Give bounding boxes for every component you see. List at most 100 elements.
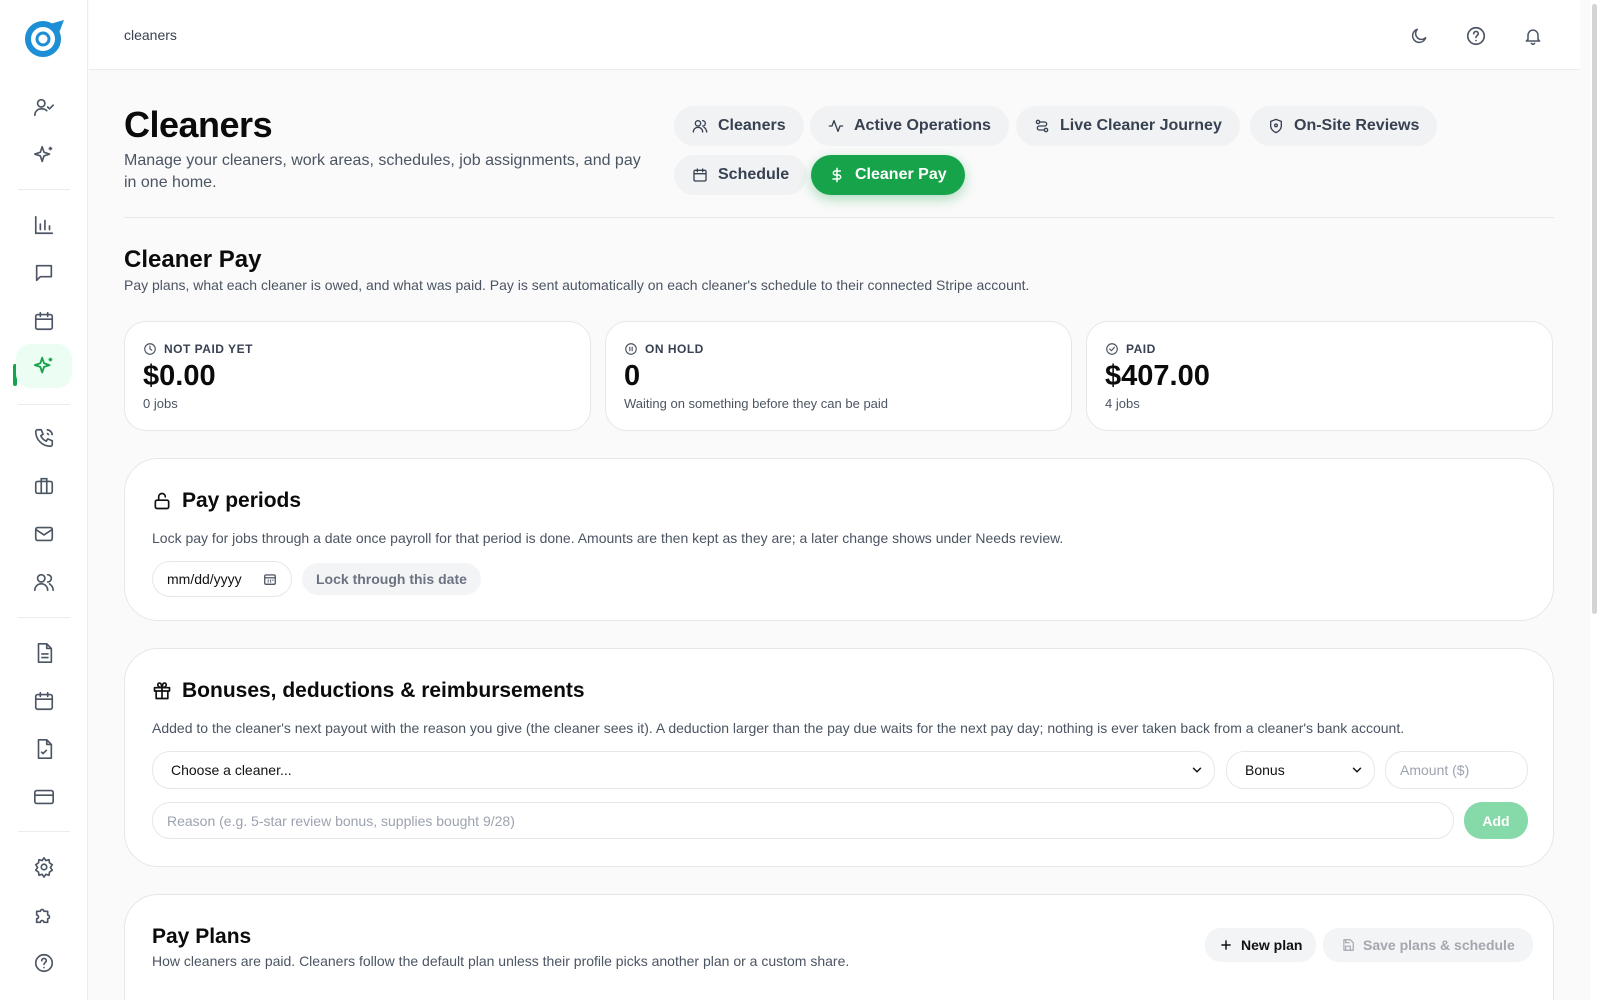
stat-card-paid: PAID $407.00 4 jobs bbox=[1086, 321, 1553, 431]
route-icon bbox=[1035, 119, 1049, 133]
app-logo[interactable] bbox=[22, 18, 66, 58]
stat-note: Waiting on something before they can be … bbox=[624, 396, 889, 411]
sidebar-item-analytics[interactable] bbox=[16, 203, 72, 247]
section-title: Cleaner Pay bbox=[124, 246, 262, 273]
plus-icon bbox=[1221, 940, 1231, 950]
card-title: Pay Plans bbox=[152, 925, 252, 948]
tab-label: Cleaners bbox=[718, 117, 786, 134]
sidebar-item-sparkles[interactable] bbox=[16, 133, 72, 177]
header-divider bbox=[124, 217, 1554, 218]
sidebar-item-team[interactable] bbox=[16, 560, 72, 604]
stat-value: 0 bbox=[624, 360, 641, 392]
sidebar-divider bbox=[18, 617, 70, 618]
card-description: How cleaners are paid. Cleaners follow t… bbox=[152, 953, 850, 969]
stat-label: NOT PAID YET bbox=[143, 342, 253, 356]
dark-mode-toggle[interactable] bbox=[1399, 16, 1439, 56]
user-check-icon bbox=[34, 98, 54, 117]
tab-label: On-Site Reviews bbox=[1294, 117, 1420, 134]
save-plans-button[interactable]: Save plans & schedule bbox=[1323, 928, 1533, 962]
tab-label: Cleaner Pay bbox=[855, 166, 947, 183]
calendar-icon bbox=[693, 168, 707, 182]
dollar-icon bbox=[832, 167, 842, 183]
sidebar-item-messages[interactable] bbox=[16, 251, 72, 295]
bell-icon bbox=[1525, 29, 1541, 46]
pause-circle-icon bbox=[625, 343, 637, 355]
calendar-icon bbox=[34, 311, 54, 331]
sidebar-item-help[interactable] bbox=[16, 941, 72, 985]
tab-cleaners[interactable]: Cleaners bbox=[674, 106, 804, 146]
page-scrollbar[interactable] bbox=[1590, 0, 1600, 1000]
reason-input[interactable]: Reason (e.g. 5-star review bonus, suppli… bbox=[152, 802, 1454, 839]
card-title: Pay periods bbox=[152, 489, 301, 513]
amount-input[interactable]: Amount ($) bbox=[1385, 751, 1528, 789]
activity-icon bbox=[828, 120, 844, 132]
sidebar-item-calendar[interactable] bbox=[16, 299, 72, 343]
select-value: Choose a cleaner... bbox=[171, 762, 292, 778]
stat-card-not-paid: NOT PAID YET $0.00 0 jobs bbox=[124, 321, 591, 431]
stat-label: PAID bbox=[1105, 342, 1156, 356]
stat-card-on-hold: ON HOLD 0 Waiting on something before th… bbox=[605, 321, 1072, 431]
card-description: Added to the cleaner's next payout with … bbox=[152, 720, 1405, 736]
sidebar-item-billing[interactable] bbox=[16, 775, 72, 819]
sidebar-item-cleaners[interactable] bbox=[16, 344, 72, 388]
clock-icon bbox=[144, 343, 156, 355]
sidebar-item-user-check[interactable] bbox=[16, 85, 72, 129]
tab-label: Schedule bbox=[718, 166, 790, 183]
credit-card-icon bbox=[34, 789, 54, 805]
tab-schedule[interactable]: Schedule bbox=[674, 155, 808, 195]
add-adjustment-button[interactable]: Add bbox=[1464, 802, 1528, 839]
chevron-down-icon bbox=[1352, 767, 1362, 773]
date-placeholder: mm/dd/yyyy bbox=[167, 571, 242, 587]
message-square-icon bbox=[35, 264, 53, 282]
pay-periods-card: Pay periods Lock pay for jobs through a … bbox=[124, 458, 1554, 621]
sparkles-icon bbox=[34, 145, 53, 163]
tab-label: Active Operations bbox=[854, 117, 991, 134]
input-placeholder: Reason (e.g. 5-star review bonus, suppli… bbox=[167, 812, 515, 829]
card-description: Lock pay for jobs through a date once pa… bbox=[152, 530, 1064, 546]
stat-note: 0 jobs bbox=[143, 396, 178, 411]
mail-icon bbox=[34, 526, 54, 542]
adjustment-type-select[interactable]: Bonus bbox=[1226, 751, 1375, 789]
sparkles-icon bbox=[33, 356, 53, 374]
sidebar-item-checklists[interactable] bbox=[16, 727, 72, 771]
input-placeholder: Amount ($) bbox=[1400, 762, 1470, 778]
sidebar-item-mail[interactable] bbox=[16, 512, 72, 556]
sidebar bbox=[0, 0, 88, 1000]
tab-active-operations[interactable]: Active Operations bbox=[810, 106, 1009, 146]
file-text-icon bbox=[37, 643, 53, 663]
page-subtitle: Manage your cleaners, work areas, schedu… bbox=[124, 152, 641, 191]
notifications-button[interactable] bbox=[1513, 16, 1553, 56]
pay-plans-card: Pay Plans How cleaners are paid. Cleaner… bbox=[124, 894, 1554, 1000]
tab-cleaner-pay[interactable]: Cleaner Pay bbox=[811, 155, 965, 195]
save-icon bbox=[1343, 939, 1354, 951]
sidebar-item-jobs[interactable] bbox=[16, 464, 72, 508]
help-circle-icon bbox=[34, 953, 54, 973]
moon-icon bbox=[1411, 28, 1427, 44]
scrollbar-thumb[interactable] bbox=[1592, 4, 1597, 614]
sidebar-item-documents[interactable] bbox=[16, 631, 72, 675]
shield-icon bbox=[1270, 118, 1282, 134]
tab-live-cleaner-journey[interactable]: Live Cleaner Journey bbox=[1016, 106, 1240, 146]
cleaner-select[interactable]: Choose a cleaner... bbox=[152, 751, 1215, 789]
adjustments-card: Bonuses, deductions & reimbursements Add… bbox=[124, 648, 1554, 867]
sidebar-item-integrations[interactable] bbox=[16, 893, 72, 937]
sidebar-item-calls[interactable] bbox=[16, 416, 72, 460]
briefcase-icon bbox=[34, 477, 54, 495]
stat-value: $0.00 bbox=[143, 360, 216, 392]
lock-through-date-button[interactable]: Lock through this date bbox=[302, 563, 481, 595]
file-check-icon bbox=[37, 739, 53, 759]
settings-icon bbox=[34, 857, 54, 878]
tab-on-site-reviews[interactable]: On-Site Reviews bbox=[1250, 106, 1438, 146]
sidebar-item-bookings[interactable] bbox=[16, 679, 72, 723]
tab-label: Live Cleaner Journey bbox=[1060, 117, 1222, 134]
top-bar: cleaners bbox=[89, 0, 1580, 70]
help-button[interactable] bbox=[1456, 16, 1496, 56]
lock-date-input[interactable]: mm/dd/yyyy bbox=[152, 561, 292, 597]
sidebar-item-settings[interactable] bbox=[16, 845, 72, 889]
new-plan-button[interactable]: New plan bbox=[1205, 928, 1317, 962]
users-icon bbox=[34, 573, 54, 592]
chevron-down-icon bbox=[1192, 767, 1202, 773]
calendar-icon bbox=[34, 691, 54, 711]
breadcrumb: cleaners bbox=[124, 27, 177, 43]
help-circle-icon bbox=[1466, 26, 1486, 46]
